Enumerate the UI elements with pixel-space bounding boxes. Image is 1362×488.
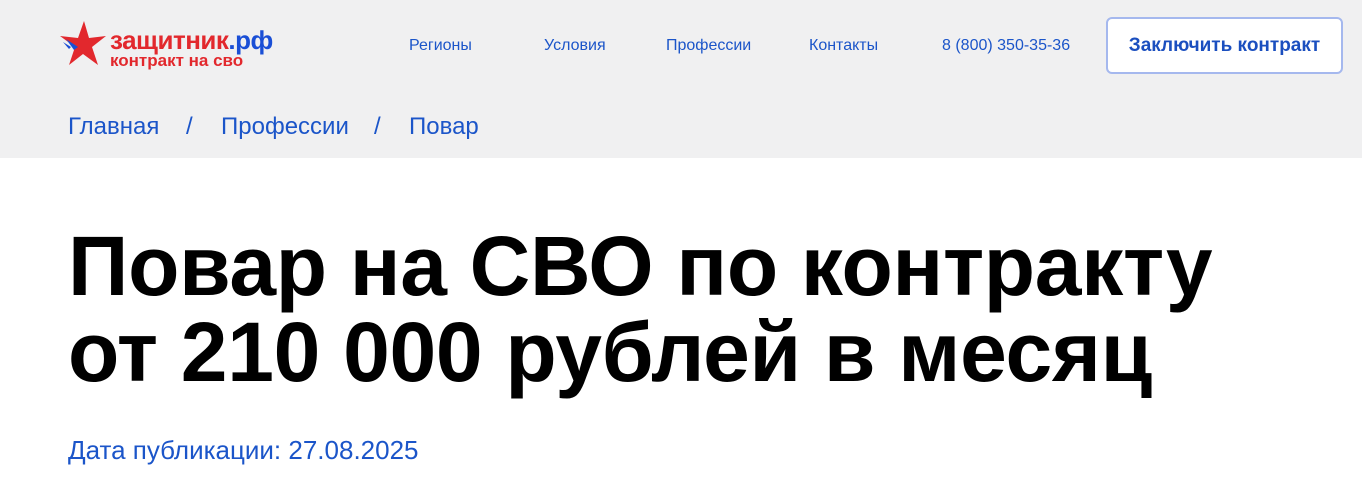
page-title-line-1: Повар на СВО по контракту	[68, 219, 1213, 313]
site-logo[interactable]: защитник.рф контракт на сво	[58, 18, 318, 74]
top-bar: защитник.рф контракт на сво Регионы Усло…	[0, 0, 1362, 158]
nav-conditions[interactable]: Условия	[544, 37, 606, 55]
breadcrumb-current: Повар	[409, 113, 479, 140]
breadcrumb-separator: /	[186, 113, 193, 140]
breadcrumb-separator: /	[374, 113, 381, 140]
logo-wordmark: защитник.рф	[110, 27, 273, 53]
red-star-icon	[60, 21, 106, 65]
breadcrumb-professions[interactable]: Профессии	[221, 112, 349, 142]
sign-contract-button[interactable]: Заключить контракт	[1106, 17, 1343, 74]
page-title: Повар на СВО по контракту от 210 000 руб…	[68, 223, 1318, 395]
nav-professions[interactable]: Профессии	[666, 37, 751, 55]
logo-tagline: контракт на сво	[110, 51, 244, 70]
publication-date: Дата публикации: 27.08.2025	[68, 435, 419, 465]
breadcrumb-home[interactable]: Главная	[68, 112, 159, 142]
nav-regions[interactable]: Регионы	[409, 37, 472, 55]
site-header: защитник.рф контракт на сво Регионы Усло…	[0, 0, 1362, 95]
phone-link[interactable]: 8 (800) 350-35-36	[942, 37, 1070, 55]
page-title-line-2: от 210 000 рублей в месяц	[68, 305, 1152, 399]
nav-contacts[interactable]: Контакты	[809, 37, 878, 55]
